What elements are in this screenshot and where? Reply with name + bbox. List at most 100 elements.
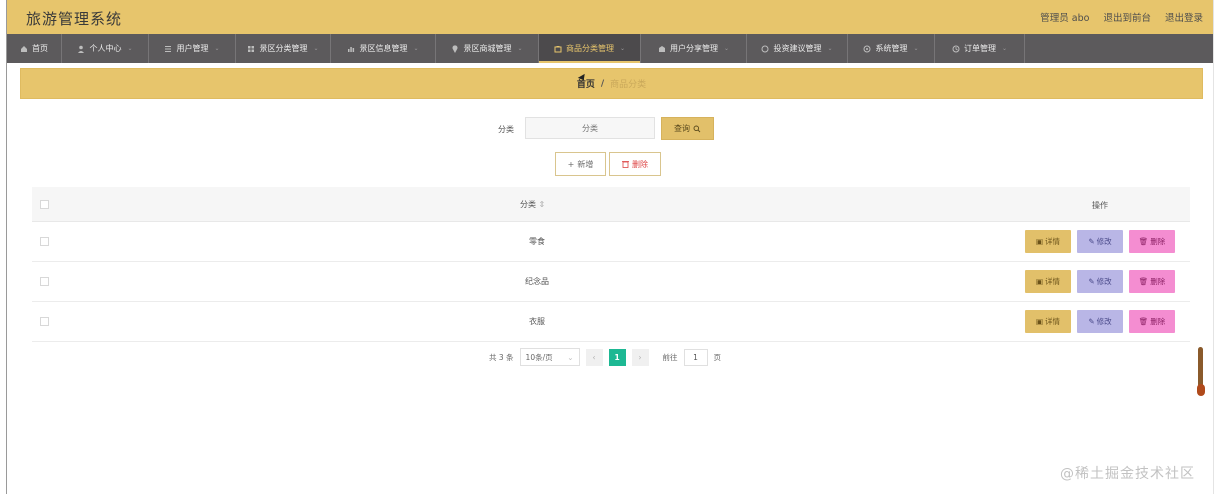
nav-item-home[interactable]: 首页 [7, 34, 62, 63]
detail-button[interactable]: ▣ 详情 [1025, 270, 1071, 293]
edit-icon: ✎ [1088, 237, 1095, 246]
chevron-down-icon: ⌄ [827, 45, 833, 52]
frame-right-border [1213, 0, 1214, 494]
edit-button[interactable]: ✎ 修改 [1077, 270, 1123, 293]
delete-button[interactable]: 🗑 删除 [1129, 230, 1175, 253]
watermark: @稀土掘金技术社区 [1060, 466, 1195, 482]
nav-label-system: 系统管理 [875, 44, 908, 53]
nav-item-scenic-mall[interactable]: 景区商城管理 ⌄ [436, 34, 539, 63]
category-cell: 纪念品 [525, 277, 549, 286]
edit-icon: ✎ [1088, 317, 1095, 326]
location-icon [452, 44, 458, 53]
breadcrumb-separator: / [600, 78, 605, 89]
row-actions: ▣ 详情 ✎ 修改 🗑 删除 [1025, 270, 1175, 293]
detail-button[interactable]: ▣ 详情 [1025, 230, 1071, 253]
delete-button[interactable]: 🗑 删除 [1129, 310, 1175, 333]
chevron-down-icon: ⌄ [127, 45, 133, 52]
page-size-select[interactable]: 10条/页 ⌄ [519, 348, 580, 366]
list-icon [165, 45, 172, 52]
delete-label: 删除 [1150, 277, 1166, 286]
main-nav: 首页 个人中心 ⌄ 用户管理 ⌄ 景区分类管理 ⌄ 景区信息管理 ⌄ 景区商城管… [7, 34, 1213, 63]
nav-label-home: 首页 [32, 44, 48, 53]
next-page-button[interactable]: › [631, 348, 649, 366]
nav-label-product-category: 商品分类管理 [565, 44, 614, 53]
edit-button[interactable]: ✎ 修改 [1077, 230, 1123, 253]
chevron-down-icon: ⌄ [313, 45, 319, 52]
search-input[interactable] [525, 117, 655, 139]
page-number-current[interactable]: 1 [608, 348, 626, 366]
pagination-total: 共 3 条 [489, 352, 514, 362]
page-size-value: 10条/页 [525, 352, 553, 362]
add-button[interactable]: + 新增 [555, 152, 606, 176]
nav-label-profile: 个人中心 [89, 44, 122, 53]
chevron-down-icon: ⌄ [567, 352, 574, 362]
delete-button[interactable]: 🗑 删除 [1129, 270, 1175, 293]
column-header-category[interactable]: 分类 ⇕ [520, 199, 545, 210]
breadcrumb: 首页 / 商品分类 [20, 68, 1203, 99]
batch-delete-label: 删除 [632, 159, 648, 169]
nav-item-user-share[interactable]: 用户分享管理 ⌄ [641, 34, 747, 63]
row-checkbox[interactable] [40, 277, 49, 286]
chevron-down-icon: ⌄ [723, 45, 730, 52]
chevron-down-icon: ⌄ [1001, 45, 1008, 52]
edit-label: 修改 [1096, 317, 1112, 326]
nav-item-system[interactable]: 系统管理 ⌄ [848, 34, 935, 63]
nav-label-scenic-category: 景区分类管理 [259, 44, 308, 53]
nav-item-users[interactable]: 用户管理 ⌄ [149, 34, 236, 63]
search-label: 分类 [498, 125, 514, 134]
detail-label: 详情 [1045, 277, 1061, 286]
logout-link[interactable]: 退出登录 [1165, 10, 1203, 24]
detail-button[interactable]: ▣ 详情 [1025, 310, 1071, 333]
select-all-checkbox[interactable] [40, 200, 49, 209]
detail-icon: ▣ [1035, 277, 1044, 286]
user-icon [78, 45, 85, 53]
sort-icon: ⇕ [538, 200, 546, 209]
goto-suffix: 页 [713, 352, 722, 362]
search-button-label: 查询 [674, 124, 690, 133]
table-row: 衣服 ▣ 详情 ✎ 修改 🗑 删除 [32, 302, 1190, 342]
nav-item-investment-advice[interactable]: 投资建议管理 ⌄ [747, 34, 848, 63]
breadcrumb-current: 商品分类 [610, 80, 647, 90]
top-header: 旅游管理系统 管理员 abo 退出到前台 退出登录 [7, 0, 1213, 34]
delete-label: 删除 [1150, 317, 1166, 326]
box-icon [554, 45, 562, 52]
chevron-left-icon: ‹ [592, 352, 596, 362]
detail-icon: ▣ [1035, 237, 1044, 246]
plus-icon: + [567, 159, 575, 169]
nav-item-orders[interactable]: 订单管理 ⌄ [935, 34, 1025, 63]
nav-label-scenic-mall: 景区商城管理 [463, 44, 512, 53]
edit-label: 修改 [1096, 237, 1112, 246]
settings-icon [863, 45, 871, 52]
pagination: 共 3 条 10条/页 ⌄ ‹ 1 › 前往 1 页 [489, 348, 721, 366]
category-cell: 零食 [529, 237, 545, 246]
chart-icon [348, 46, 355, 52]
column-header-ops: 操作 [1092, 201, 1108, 210]
nav-label-users: 用户管理 [176, 44, 209, 53]
edit-icon: ✎ [1088, 277, 1095, 286]
current-user-label: 管理员 abo [1040, 13, 1090, 24]
row-checkbox[interactable] [40, 237, 49, 246]
app-title: 旅游管理系统 [26, 10, 123, 28]
trash-icon: 🗑 [1138, 317, 1149, 326]
circle-icon [761, 45, 769, 52]
chevron-down-icon: ⌄ [913, 45, 919, 52]
nav-item-scenic-info[interactable]: 景区信息管理 ⌄ [331, 34, 436, 63]
nav-label-investment-advice: 投资建议管理 [773, 44, 822, 53]
nav-item-scenic-category[interactable]: 景区分类管理 ⌄ [236, 34, 331, 63]
scroll-indicator-knob[interactable] [1197, 384, 1205, 396]
edit-button[interactable]: ✎ 修改 [1077, 310, 1123, 333]
batch-delete-button[interactable]: 删除 [609, 152, 661, 176]
header-links: 管理员 abo 退出到前台 退出登录 [1040, 10, 1203, 24]
category-table: 分类 ⇕ 操作 零食 ▣ 详情 ✎ 修改 🗑 删除 纪念品 ▣ 详情 ✎ 修改 🗑 删除 衣… [32, 187, 1190, 342]
row-actions: ▣ 详情 ✎ 修改 🗑 删除 [1025, 230, 1175, 253]
detail-label: 详情 [1045, 317, 1061, 326]
row-checkbox[interactable] [40, 317, 49, 326]
prev-page-button[interactable]: ‹ [585, 348, 603, 366]
scroll-indicator[interactable] [1198, 347, 1203, 387]
goto-page-input[interactable]: 1 [683, 348, 708, 366]
search-button[interactable]: 查询 [661, 117, 714, 140]
back-to-front-link[interactable]: 退出到前台 [1103, 10, 1151, 24]
nav-item-product-category[interactable]: 商品分类管理 ⌄ [539, 34, 641, 63]
nav-label-user-share: 用户分享管理 [669, 44, 718, 53]
nav-item-profile[interactable]: 个人中心 ⌄ [62, 34, 149, 63]
